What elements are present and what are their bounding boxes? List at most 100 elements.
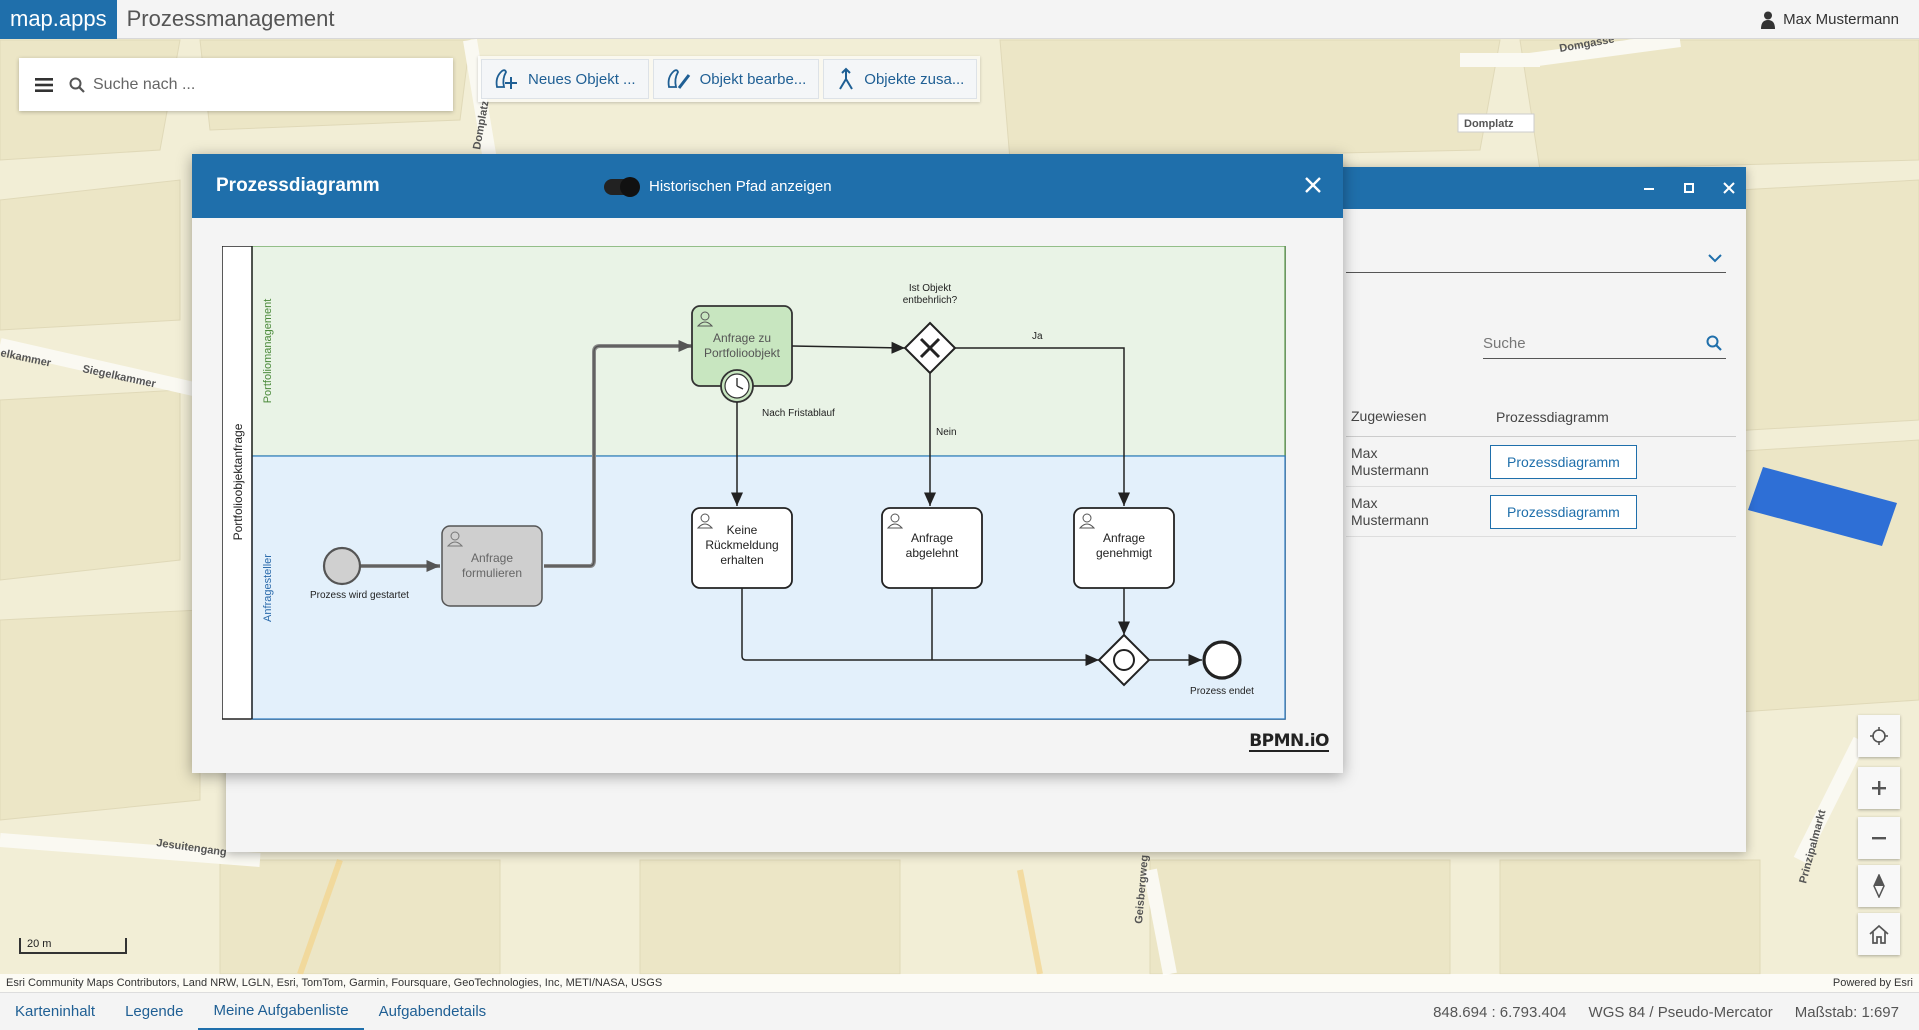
tab-aufgabendetails[interactable]: Aufgabendetails — [364, 993, 502, 1030]
assignee-first: Max — [1351, 494, 1378, 511]
task-review-line2: Portfolioobjekt — [704, 346, 781, 360]
task-search-placeholder: Suche — [1483, 335, 1526, 352]
maximize-icon — [1684, 183, 1694, 193]
window-close-button[interactable] — [1718, 177, 1740, 199]
new-object-button[interactable]: Neues Objekt ... — [481, 59, 649, 99]
merge-icon — [839, 67, 854, 90]
assignee-last: Mustermann — [1351, 511, 1429, 528]
edit-toolbar: Neues Objekt ... Objekt bearbe... Objekt… — [478, 56, 981, 102]
process-diagram-button[interactable]: Prozessdiagramm — [1490, 494, 1637, 529]
assignee-cell: Max Mustermann — [1346, 495, 1490, 529]
home-icon — [1869, 924, 1889, 944]
zoom-in-button[interactable] — [1858, 767, 1900, 809]
search-icon[interactable] — [1706, 335, 1722, 351]
bpmn-diagram[interactable]: Portfolioobjektanfrage Portfoliomanageme… — [222, 246, 1312, 726]
start-event-label: Prozess wird gestartet — [310, 590, 409, 601]
bpmn-io-logo[interactable]: BPMN.iO — [1249, 732, 1329, 752]
scale-bar: 20 m — [19, 938, 127, 954]
task-no-reply-line3: erhalten — [720, 553, 763, 567]
dialog-close-button[interactable] — [1305, 171, 1321, 197]
minus-icon — [1872, 837, 1886, 840]
timer-boundary-event[interactable] — [720, 369, 754, 403]
minimize-button[interactable] — [1638, 177, 1660, 199]
task-formulate-line2: formulieren — [462, 566, 522, 580]
task-no-reply-line2: Rückmeldung — [705, 538, 778, 552]
assignee-last: Mustermann — [1351, 461, 1429, 478]
lane-label-portfoliomanagement: Portfoliomanagement — [262, 299, 274, 404]
timer-label: Nach Fristablauf — [762, 408, 835, 419]
task-keine-rueckmeldung[interactable]: Keine Rückmeldung erhalten — [691, 507, 793, 589]
history-path-label: Historischen Pfad anzeigen — [649, 178, 832, 195]
task-search-input[interactable]: Suche — [1483, 329, 1726, 359]
search-input[interactable] — [93, 75, 393, 94]
crosshair-icon — [1870, 727, 1888, 745]
top-bar: map.apps Prozessmanagement Max Musterman… — [0, 0, 1919, 39]
merge-objects-button[interactable]: Objekte zusa... — [823, 59, 978, 99]
task-approved-line2: genehmigt — [1096, 546, 1153, 560]
new-object-label: Neues Objekt ... — [528, 70, 636, 88]
assignee-first: Max — [1351, 444, 1378, 461]
flow-label-yes: Ja — [1032, 331, 1043, 342]
task-table-header: Zugewiesen Prozessdiagramm — [1346, 397, 1736, 437]
task-anfrage-formulieren[interactable]: Anfrage formulieren — [441, 525, 543, 607]
edit-object-label: Objekt bearbe... — [699, 70, 807, 88]
end-event[interactable] — [1202, 640, 1242, 680]
app-title: Prozessmanagement — [126, 6, 335, 31]
gateway-label-line2: entbehrlich? — [903, 295, 958, 306]
search-icon — [69, 77, 85, 93]
start-event[interactable] — [322, 546, 362, 586]
close-icon — [1305, 177, 1321, 193]
locate-button[interactable] — [1858, 715, 1900, 757]
column-header-diagram[interactable]: Prozessdiagramm — [1490, 409, 1609, 425]
plus-icon — [1872, 781, 1886, 795]
coordinates-readout: 848.694 : 6.793.404 — [1433, 1003, 1567, 1021]
tab-legende[interactable]: Legende — [110, 993, 198, 1030]
task-anfrage-genehmigt[interactable]: Anfrage genehmigt — [1073, 507, 1175, 589]
home-button[interactable] — [1858, 913, 1900, 955]
crs-selector[interactable]: WGS 84 / Pseudo-Mercator — [1589, 1004, 1773, 1021]
scale-readout: Maßstab: 1:697 — [1794, 1003, 1899, 1021]
process-diagram-button[interactable]: Prozessdiagramm — [1490, 444, 1637, 479]
new-object-icon — [495, 69, 517, 89]
hamburger-icon — [35, 77, 53, 92]
lane-label-anfragesteller: Anfragesteller — [262, 554, 274, 622]
user-menu[interactable]: Max Mustermann — [1761, 0, 1899, 39]
gateway-label-line1: Ist Objekt — [909, 283, 951, 294]
tab-karteninhalt[interactable]: Karteninhalt — [0, 993, 110, 1030]
history-path-toggle[interactable] — [604, 177, 640, 197]
map-label-domplatz: Domplatz — [1464, 118, 1514, 130]
user-icon — [1761, 11, 1776, 29]
pool-label: Portfolioobjektanfrage — [231, 423, 245, 540]
toggle-knob — [620, 177, 640, 197]
process-diagram-dialog: Prozessdiagramm Historischen Pfad anzeig… — [192, 154, 1343, 773]
status-line: 848.694 : 6.793.404 WGS 84 / Pseudo-Merc… — [1433, 993, 1899, 1030]
flow-label-no: Nein — [936, 427, 957, 438]
table-row[interactable]: Max Mustermann Prozessdiagramm — [1346, 437, 1736, 487]
menu-button[interactable] — [19, 58, 69, 111]
edit-object-icon — [667, 69, 690, 89]
compass-button[interactable] — [1858, 865, 1900, 907]
attribution-text: Esri Community Maps Contributors, Land N… — [6, 977, 663, 989]
edit-object-button[interactable]: Objekt bearbe... — [652, 59, 820, 99]
task-approved-line1: Anfrage — [1103, 531, 1145, 545]
search-box — [19, 58, 453, 111]
table-row[interactable]: Max Mustermann Prozessdiagramm — [1346, 487, 1736, 537]
app-brand[interactable]: map.apps — [0, 0, 117, 39]
powered-by-esri[interactable]: Powered by Esri — [1833, 974, 1913, 992]
tab-meine-aufgabenliste[interactable]: Meine Aufgabenliste — [198, 993, 364, 1030]
task-rejected-line1: Anfrage — [911, 531, 953, 545]
task-rejected-line2: abgelehnt — [906, 546, 959, 560]
end-event-label: Prozess endet — [1190, 686, 1254, 697]
minimize-icon — [1644, 188, 1654, 190]
task-no-reply-line1: Keine — [727, 523, 758, 537]
bottom-bar: Karteninhalt Legende Meine Aufgabenliste… — [0, 992, 1919, 1030]
task-anfrage-abgelehnt[interactable]: Anfrage abgelehnt — [881, 507, 983, 589]
column-header-assignee[interactable]: Zugewiesen — [1346, 408, 1490, 425]
maximize-button[interactable] — [1678, 177, 1700, 199]
chevron-down-icon — [1708, 254, 1722, 263]
task-review-line1: Anfrage zu — [713, 331, 771, 345]
zoom-out-button[interactable] — [1858, 817, 1900, 859]
dialog-header: Prozessdiagramm Historischen Pfad anzeig… — [192, 154, 1343, 218]
compass-icon — [1873, 874, 1885, 898]
filter-select[interactable] — [1346, 243, 1726, 273]
